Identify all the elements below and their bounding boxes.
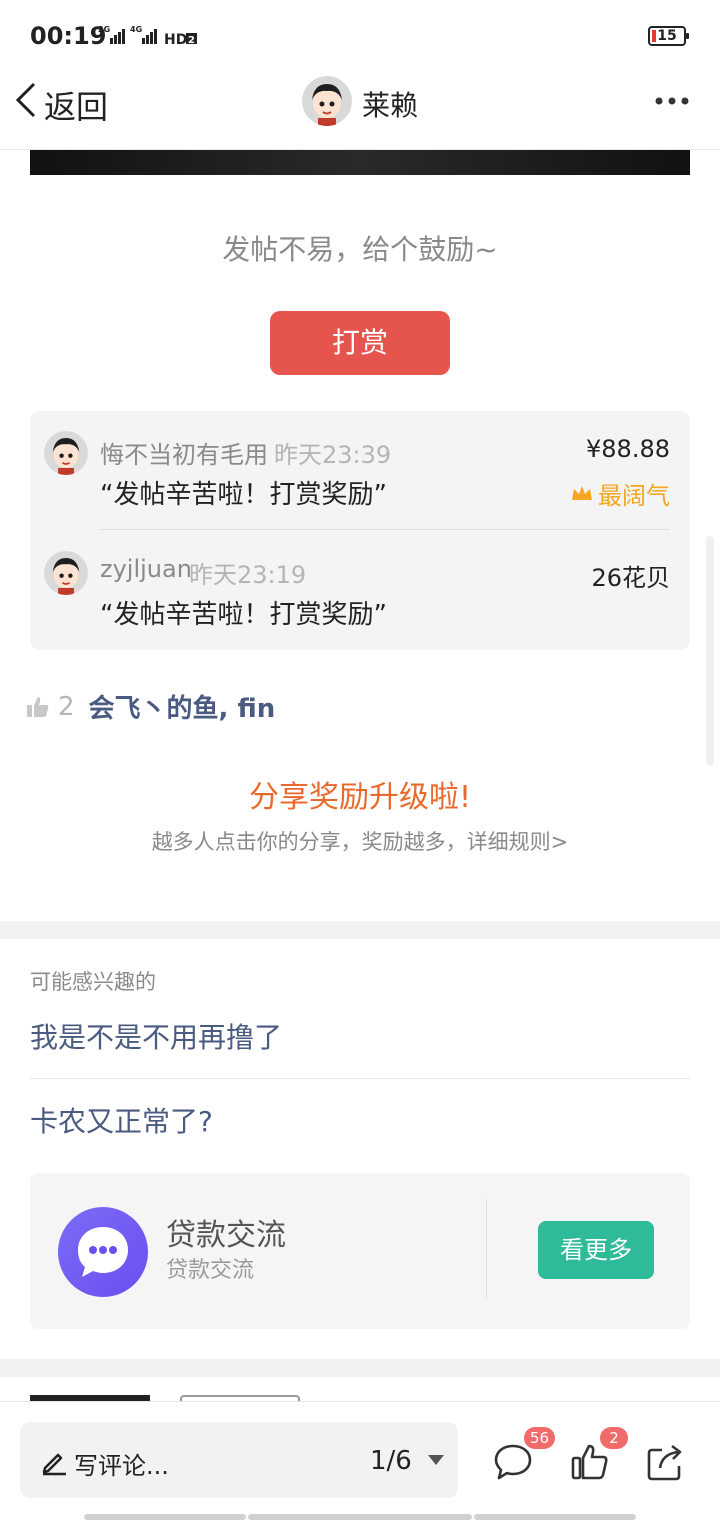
divider [486, 1199, 487, 1299]
reward-time: 昨天23:19 [189, 561, 307, 589]
home-indicator [248, 1514, 472, 1520]
reward-badge-label: 最阔气 [598, 482, 670, 510]
battery-level: 15 [657, 28, 677, 44]
reward-message: “发帖辛苦啦！打赏奖励” [100, 600, 387, 630]
scrollbar[interactable] [706, 536, 714, 766]
svg-text:2G: 2G [98, 25, 110, 34]
share-icon[interactable] [646, 1442, 686, 1482]
divider [100, 529, 670, 530]
reward-amount: ¥88.88 [586, 435, 670, 463]
avatar[interactable] [44, 431, 88, 475]
interest-item[interactable]: 我是不是不用再撸了 [30, 1016, 282, 1056]
reward-message: “发帖辛苦啦！打赏奖励” [100, 480, 387, 510]
share-title: 分享奖励升级啦! [248, 780, 472, 815]
svg-text:4G: 4G [130, 25, 142, 34]
svg-text:HD: HD [164, 32, 187, 48]
section-label: 可能感兴趣的 [30, 970, 156, 994]
section-divider [0, 1359, 720, 1377]
comment-icon[interactable] [493, 1442, 533, 1482]
like-count-badge: 2 [600, 1427, 628, 1449]
reward-user-name[interactable]: zyjljuan [100, 555, 192, 583]
tip-button[interactable]: 打赏 [270, 311, 450, 375]
signal-icon: 2G 4G HD 2 [98, 24, 198, 48]
reward-badge: 最阔气 [570, 476, 670, 511]
page-title: 莱赖 [362, 89, 419, 122]
reward-amount: 26花贝 [591, 564, 670, 592]
likes-row: 2 会飞丶的鱼, fin [26, 688, 275, 725]
home-indicator [84, 1514, 246, 1520]
encourage-text: 发帖不易，给个鼓励~ [222, 233, 498, 266]
post-image[interactable] [30, 150, 690, 175]
crown-icon [572, 485, 592, 500]
section-divider [0, 921, 720, 939]
likes-names[interactable]: 会飞丶的鱼, fin [89, 688, 276, 725]
divider [30, 1078, 690, 1079]
home-indicator [474, 1514, 636, 1520]
thumbs-up-icon[interactable] [26, 695, 50, 719]
thumbs-up-icon[interactable] [570, 1442, 610, 1482]
comment-count-badge: 56 [524, 1427, 556, 1449]
share-rules-link[interactable]: 越多人点击你的分享，奖励越多，详细规则> [0, 826, 720, 856]
status-time: 00:19 [30, 22, 107, 50]
battery-icon: 15 [648, 26, 689, 46]
likes-count: 2 [58, 691, 75, 722]
reward-user-name[interactable]: 悔不当初有毛用 [100, 435, 268, 470]
interest-item[interactable]: 卡农又正常了? [30, 1100, 213, 1140]
card-subtitle: 贷款交流 [166, 1258, 255, 1283]
page-indicator[interactable]: 1/6 [370, 1446, 412, 1476]
svg-text:2: 2 [188, 35, 195, 46]
chat-bubble-icon [58, 1207, 148, 1297]
avatar[interactable] [302, 76, 352, 126]
more-icon[interactable] [654, 96, 690, 106]
avatar[interactable] [44, 551, 88, 595]
chevron-left-icon[interactable] [14, 82, 40, 118]
comment-placeholder[interactable]: 写评论... [74, 1446, 169, 1481]
reward-time: 昨天23:39 [274, 441, 392, 469]
see-more-button[interactable]: 看更多 [538, 1221, 654, 1279]
pen-icon [42, 1453, 66, 1476]
back-button[interactable]: 返回 [44, 82, 108, 128]
card-title: 贷款交流 [166, 1218, 286, 1253]
caret-down-icon[interactable] [428, 1455, 444, 1465]
